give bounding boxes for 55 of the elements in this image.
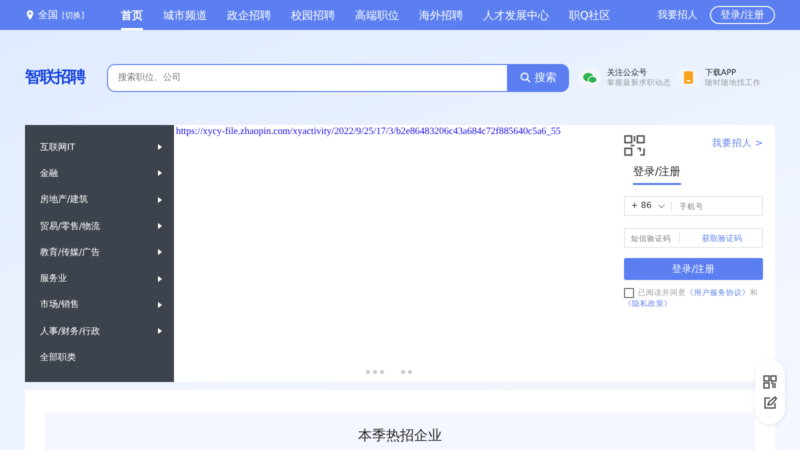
caret-icon	[158, 276, 162, 282]
nav-tab[interactable]: 高端职位	[355, 0, 399, 30]
caret-icon	[158, 249, 162, 256]
search-field[interactable]: 搜索职位、公司	[107, 64, 507, 92]
chevron-down-icon	[658, 204, 665, 208]
search-icon	[520, 72, 530, 83]
promo-title[interactable]: 关注公众号	[607, 67, 671, 78]
category-item[interactable]: 人事/财务/行政	[40, 324, 100, 338]
carousel-dot[interactable]	[401, 370, 405, 374]
nav-tab[interactable]: 海外招聘	[419, 0, 463, 30]
nav-tab[interactable]: 城市频道	[163, 0, 207, 30]
category-item[interactable]: 教育/传媒/广告	[40, 246, 100, 259]
nav-tab[interactable]: 职Q社区	[569, 0, 611, 30]
carousel-dot[interactable]	[380, 370, 384, 374]
caret-icon	[158, 302, 162, 308]
carousel-dot[interactable]	[373, 370, 377, 374]
edit-icon[interactable]	[763, 396, 777, 410]
category-item[interactable]: 房地产/建筑	[40, 193, 88, 206]
promo-title[interactable]: 下载APP	[705, 67, 761, 78]
employer-link[interactable]: 我要招人	[658, 8, 698, 22]
qr-code-icon[interactable]	[763, 374, 777, 388]
category-item[interactable]: 服务业	[40, 272, 67, 286]
nav-tab[interactable]: 校园招聘	[291, 0, 335, 30]
qr-code-icon[interactable]	[624, 135, 645, 156]
city-label[interactable]: 全国	[38, 8, 58, 22]
caret-icon	[158, 196, 162, 203]
broken-image-link[interactable]: https://xycy-file.zhaopin.com/xyactivity/2022/9/25/17/3/b2e86483206c43a684c72f885640c5a6_55	[176, 126, 610, 137]
submit-button[interactable]: 登录/注册	[624, 258, 763, 280]
get-code-link[interactable]: 获取验证码	[702, 232, 742, 244]
category-item[interactable]: 互联网IT	[40, 140, 76, 154]
caret-icon	[158, 328, 162, 334]
carousel-dot[interactable]	[408, 370, 412, 374]
caret-icon	[158, 144, 162, 150]
search-button[interactable]: 搜索	[507, 64, 569, 92]
switch-city-link[interactable]: [切换]	[62, 10, 84, 20]
agree-checkbox[interactable]	[624, 288, 634, 298]
nav-tab[interactable]: 首页	[121, 0, 143, 30]
nav-tab[interactable]: 人才发展中心	[483, 0, 549, 30]
wechat-icon	[583, 72, 597, 84]
location-pin-icon	[26, 10, 34, 20]
login-tab[interactable]: 登录/注册	[633, 164, 681, 185]
phone-icon	[684, 71, 692, 84]
carousel-dot[interactable]	[366, 370, 370, 374]
employer-link[interactable]: 我要招人 >	[712, 137, 763, 150]
country-code-select[interactable]: + 86	[625, 201, 672, 211]
login-button[interactable]: 登录/注册	[710, 6, 775, 24]
category-item[interactable]: 金融	[40, 166, 58, 180]
category-item[interactable]: 全部职类	[40, 351, 76, 364]
logo[interactable]: 智联招聘	[25, 67, 107, 88]
section-title: 本季热招企业	[358, 427, 442, 445]
category-item[interactable]: 市场/销售	[40, 298, 80, 312]
caret-icon	[158, 170, 162, 176]
nav-tab[interactable]: 政企招聘	[227, 0, 271, 30]
caret-icon	[158, 223, 162, 230]
category-item[interactable]: 贸易/零售/物流	[40, 220, 100, 233]
